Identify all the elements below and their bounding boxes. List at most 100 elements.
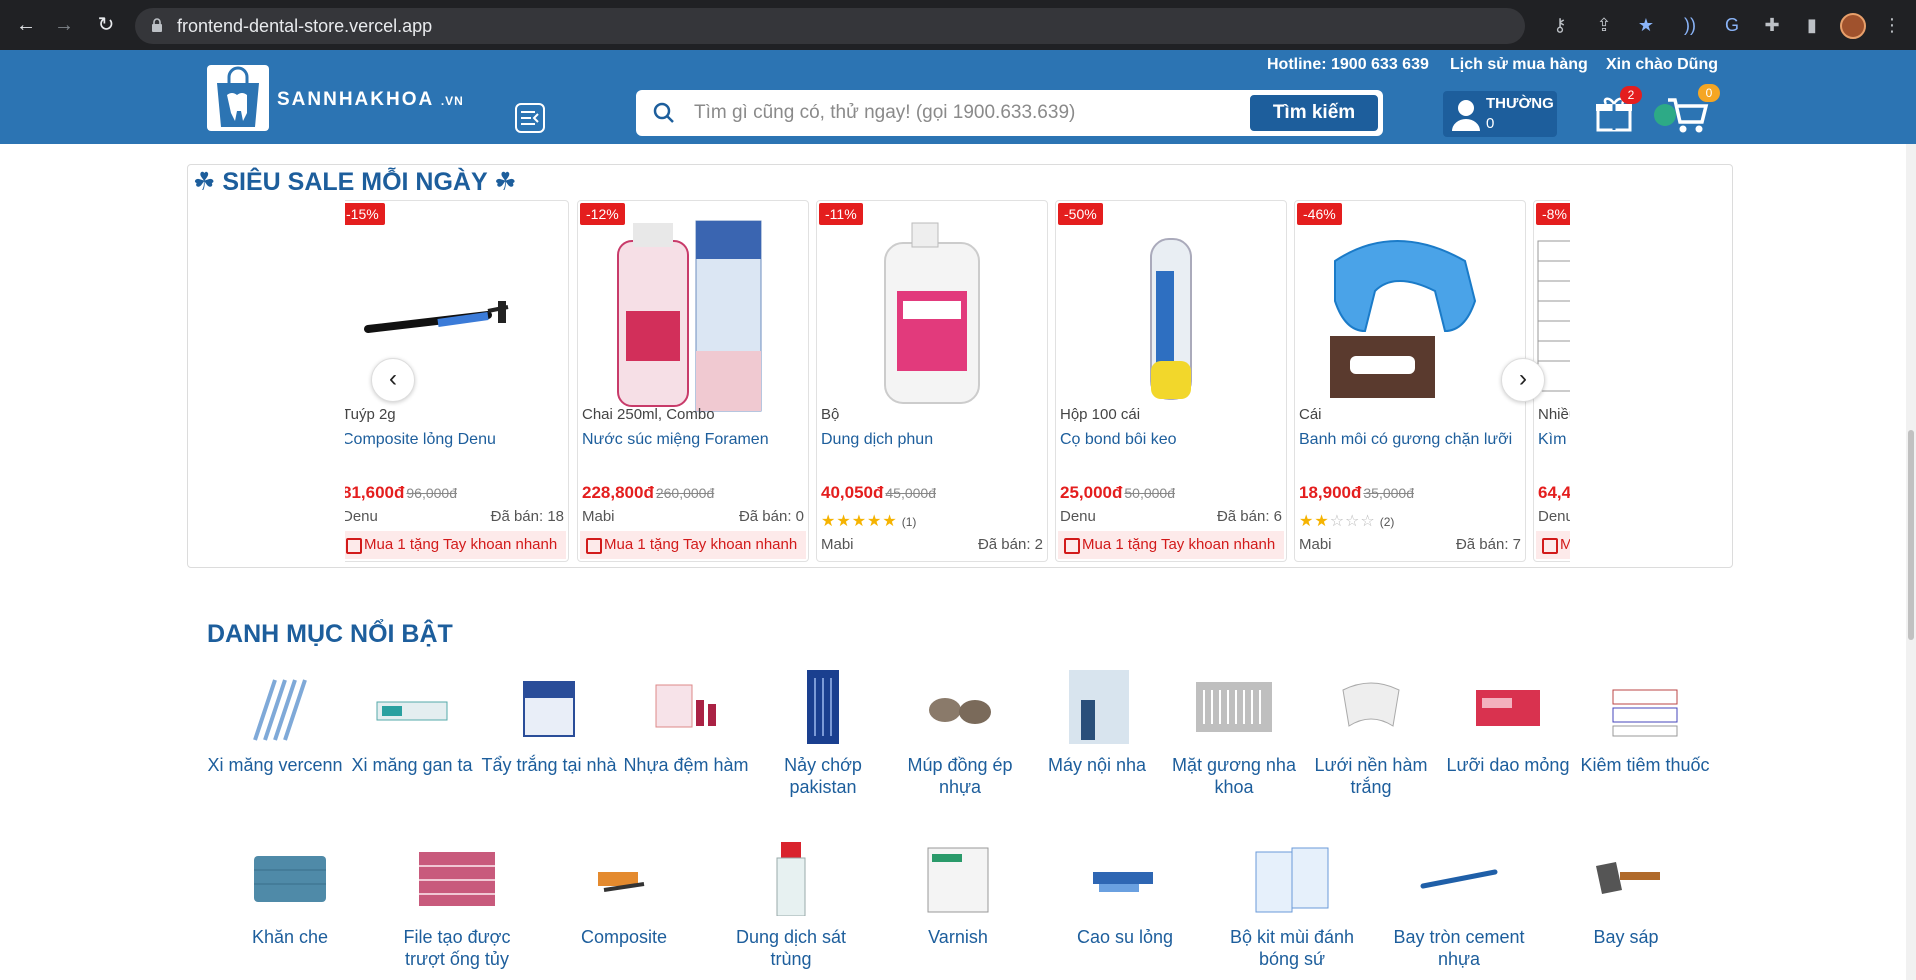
category-item[interactable]: Xi măng vercenn <box>205 670 345 776</box>
purchase-history-link[interactable]: Lịch sử mua hàng <box>1450 56 1588 74</box>
category-item[interactable]: Múp đồng ép nhựa <box>890 670 1030 798</box>
product-image <box>1056 201 1286 429</box>
gift-button[interactable]: 2 <box>1594 86 1642 134</box>
discount-badge: -12% <box>580 203 625 225</box>
category-item[interactable]: Lưỡi dao mỏng <box>1438 670 1578 776</box>
scrollbar-thumb[interactable] <box>1908 430 1914 640</box>
product-price: 40,050đ 45,000đ <box>821 483 936 502</box>
product-card[interactable]: -12% Chai 250ml, Combo Nước súc miệng Fo… <box>577 200 809 562</box>
product-unit: Bộ <box>821 406 840 423</box>
reload-icon[interactable]: ↻ <box>94 13 118 37</box>
product-sold: Đã bán: 0 <box>738 508 804 525</box>
product-brand: Mabi <box>1299 536 1332 553</box>
product-name[interactable]: Nước súc miệng Foramen <box>582 431 769 449</box>
category-item[interactable]: Dung dịch sát trùng <box>721 842 861 970</box>
product-card[interactable]: -50% Hộp 100 cái Cọ bond bôi keo 25,000đ… <box>1055 200 1287 562</box>
discount-badge: -8% <box>1536 203 1570 225</box>
key-icon[interactable]: ⚷ <box>1548 13 1572 37</box>
category-image <box>598 872 645 892</box>
product-image <box>817 201 1047 429</box>
product-unit: Tuýp 2g <box>345 406 396 423</box>
product-card[interactable]: -11% Bộ Dung dịch phun 40,050đ 45,000đ ★★… <box>816 200 1048 562</box>
product-sold: Đã bán: 6 <box>1216 508 1282 525</box>
category-image <box>1069 670 1129 744</box>
gift-count-badge: 2 <box>1620 86 1642 104</box>
extension-wave-icon[interactable]: )) <box>1678 13 1702 37</box>
cart-button[interactable]: 0 <box>1652 84 1720 136</box>
browser-toolbar: ← → ↻ frontend-dental-store.vercel.app ⚷… <box>0 0 1916 50</box>
category-item[interactable]: File tạo được trượt ống tủy <box>387 842 527 970</box>
rating-stars: ★★★★★ (1) <box>821 513 917 530</box>
category-image <box>1596 862 1660 894</box>
address-bar[interactable]: frontend-dental-store.vercel.app <box>135 8 1525 44</box>
product-name[interactable]: Kìm n <box>1538 431 1570 449</box>
search-input[interactable]: Tìm gì cũng có, thử ngay! (gọi 1900.633.… <box>694 102 1075 124</box>
category-item[interactable]: Bộ kit mùi đánh bóng sứ <box>1222 842 1362 970</box>
member-level-badge[interactable]: THƯỜNG 0 <box>1443 91 1557 137</box>
category-image <box>929 698 991 724</box>
category-item[interactable]: Khăn che <box>220 842 360 948</box>
discount-badge: -15% <box>345 203 385 225</box>
product-brand: Denu <box>345 508 378 525</box>
member-level: THƯỜNG <box>1486 95 1554 112</box>
category-image <box>655 684 716 728</box>
menu-toggle-icon[interactable] <box>515 103 545 133</box>
product-image <box>1534 201 1570 429</box>
category-image <box>1255 847 1329 913</box>
back-icon[interactable]: ← <box>14 13 38 37</box>
hotline-link[interactable]: Hotline: 1900 633 639 <box>1267 56 1429 74</box>
product-card[interactable]: -46% Cái Banh môi có gương chặn lưỡi 18,… <box>1294 200 1526 562</box>
lock-icon <box>152 18 162 32</box>
url-text: frontend-dental-store.vercel.app <box>177 16 433 36</box>
share-icon[interactable]: ⇪ <box>1592 13 1616 37</box>
featured-categories-title: DANH MỤC NỔI BẬT <box>207 620 453 648</box>
category-item[interactable]: Bay sáp <box>1556 842 1696 948</box>
category-image <box>776 842 806 916</box>
category-image <box>927 847 989 913</box>
category-item[interactable]: Nảy chớp pakistan <box>753 670 893 798</box>
category-image <box>1420 869 1498 889</box>
category-item[interactable]: Kiêm tiêm thuốc <box>1575 670 1715 776</box>
puzzle-icon[interactable]: ✚ <box>1760 13 1784 37</box>
category-item[interactable]: Nhựa đệm hàm <box>616 670 756 776</box>
search-button[interactable]: Tìm kiếm <box>1248 93 1380 133</box>
forward-icon[interactable]: → <box>52 13 76 37</box>
sidepanel-icon[interactable]: ▮ <box>1800 13 1824 37</box>
discount-badge: -50% <box>1058 203 1103 225</box>
category-item[interactable]: Tẩy trắng tại nhà <box>479 670 619 776</box>
product-price: 81,600đ 96,000đ <box>345 483 457 502</box>
carousel-next-button[interactable]: › <box>1501 358 1545 402</box>
category-item[interactable]: Mặt gương nha khoa <box>1164 670 1304 798</box>
product-unit: Nhiều <box>1538 406 1570 423</box>
category-image <box>1612 689 1678 737</box>
category-item[interactable]: Composite <box>554 842 694 948</box>
carousel-prev-button[interactable]: ‹ <box>371 358 415 402</box>
translate-icon[interactable]: G <box>1720 13 1744 37</box>
logo-text[interactable]: SANNHAKHOA .VN <box>277 89 464 111</box>
kebab-menu-icon[interactable]: ⋮ <box>1880 13 1904 37</box>
category-image <box>1476 690 1540 726</box>
category-item[interactable]: Máy nội nha <box>1027 670 1167 776</box>
user-greeting[interactable]: Xin chào Dũng <box>1606 56 1718 74</box>
category-image <box>1342 682 1400 727</box>
category-item[interactable]: Xi măng gan ta <box>342 670 482 776</box>
category-item[interactable]: Varnish <box>888 842 1028 948</box>
logo-icon[interactable] <box>207 65 269 131</box>
product-unit: Chai 250ml, Combo <box>582 406 715 423</box>
product-name[interactable]: Dung dịch phun <box>821 431 933 449</box>
bookmark-star-icon[interactable]: ★ <box>1634 13 1658 37</box>
category-item[interactable]: Bay tròn cement nhựa <box>1389 842 1529 970</box>
rating-stars: ★★☆☆☆ (2) <box>1299 513 1395 530</box>
category-item[interactable]: Lưới nền hàm trắng <box>1301 670 1441 798</box>
product-price: 64,40 <box>1538 483 1570 502</box>
product-unit: Cái <box>1299 406 1322 423</box>
category-item[interactable]: Cao su lỏng <box>1055 842 1195 948</box>
category-image <box>1093 872 1153 892</box>
product-name[interactable]: Banh môi có gương chặn lưỡi <box>1299 431 1512 449</box>
product-name[interactable]: Cọ bond bôi keo <box>1060 431 1177 449</box>
site-header: Hotline: 1900 633 639 Lịch sử mua hàng X… <box>0 50 1916 144</box>
profile-avatar[interactable] <box>1840 13 1866 39</box>
promo-badge: Mua 1 tặng Tay khoan nhanh <box>580 531 806 559</box>
sale-carousel: -15% Tuýp 2g Composite lỏng Denu 81,600đ… <box>345 200 1570 564</box>
product-name[interactable]: Composite lỏng Denu <box>345 431 496 449</box>
